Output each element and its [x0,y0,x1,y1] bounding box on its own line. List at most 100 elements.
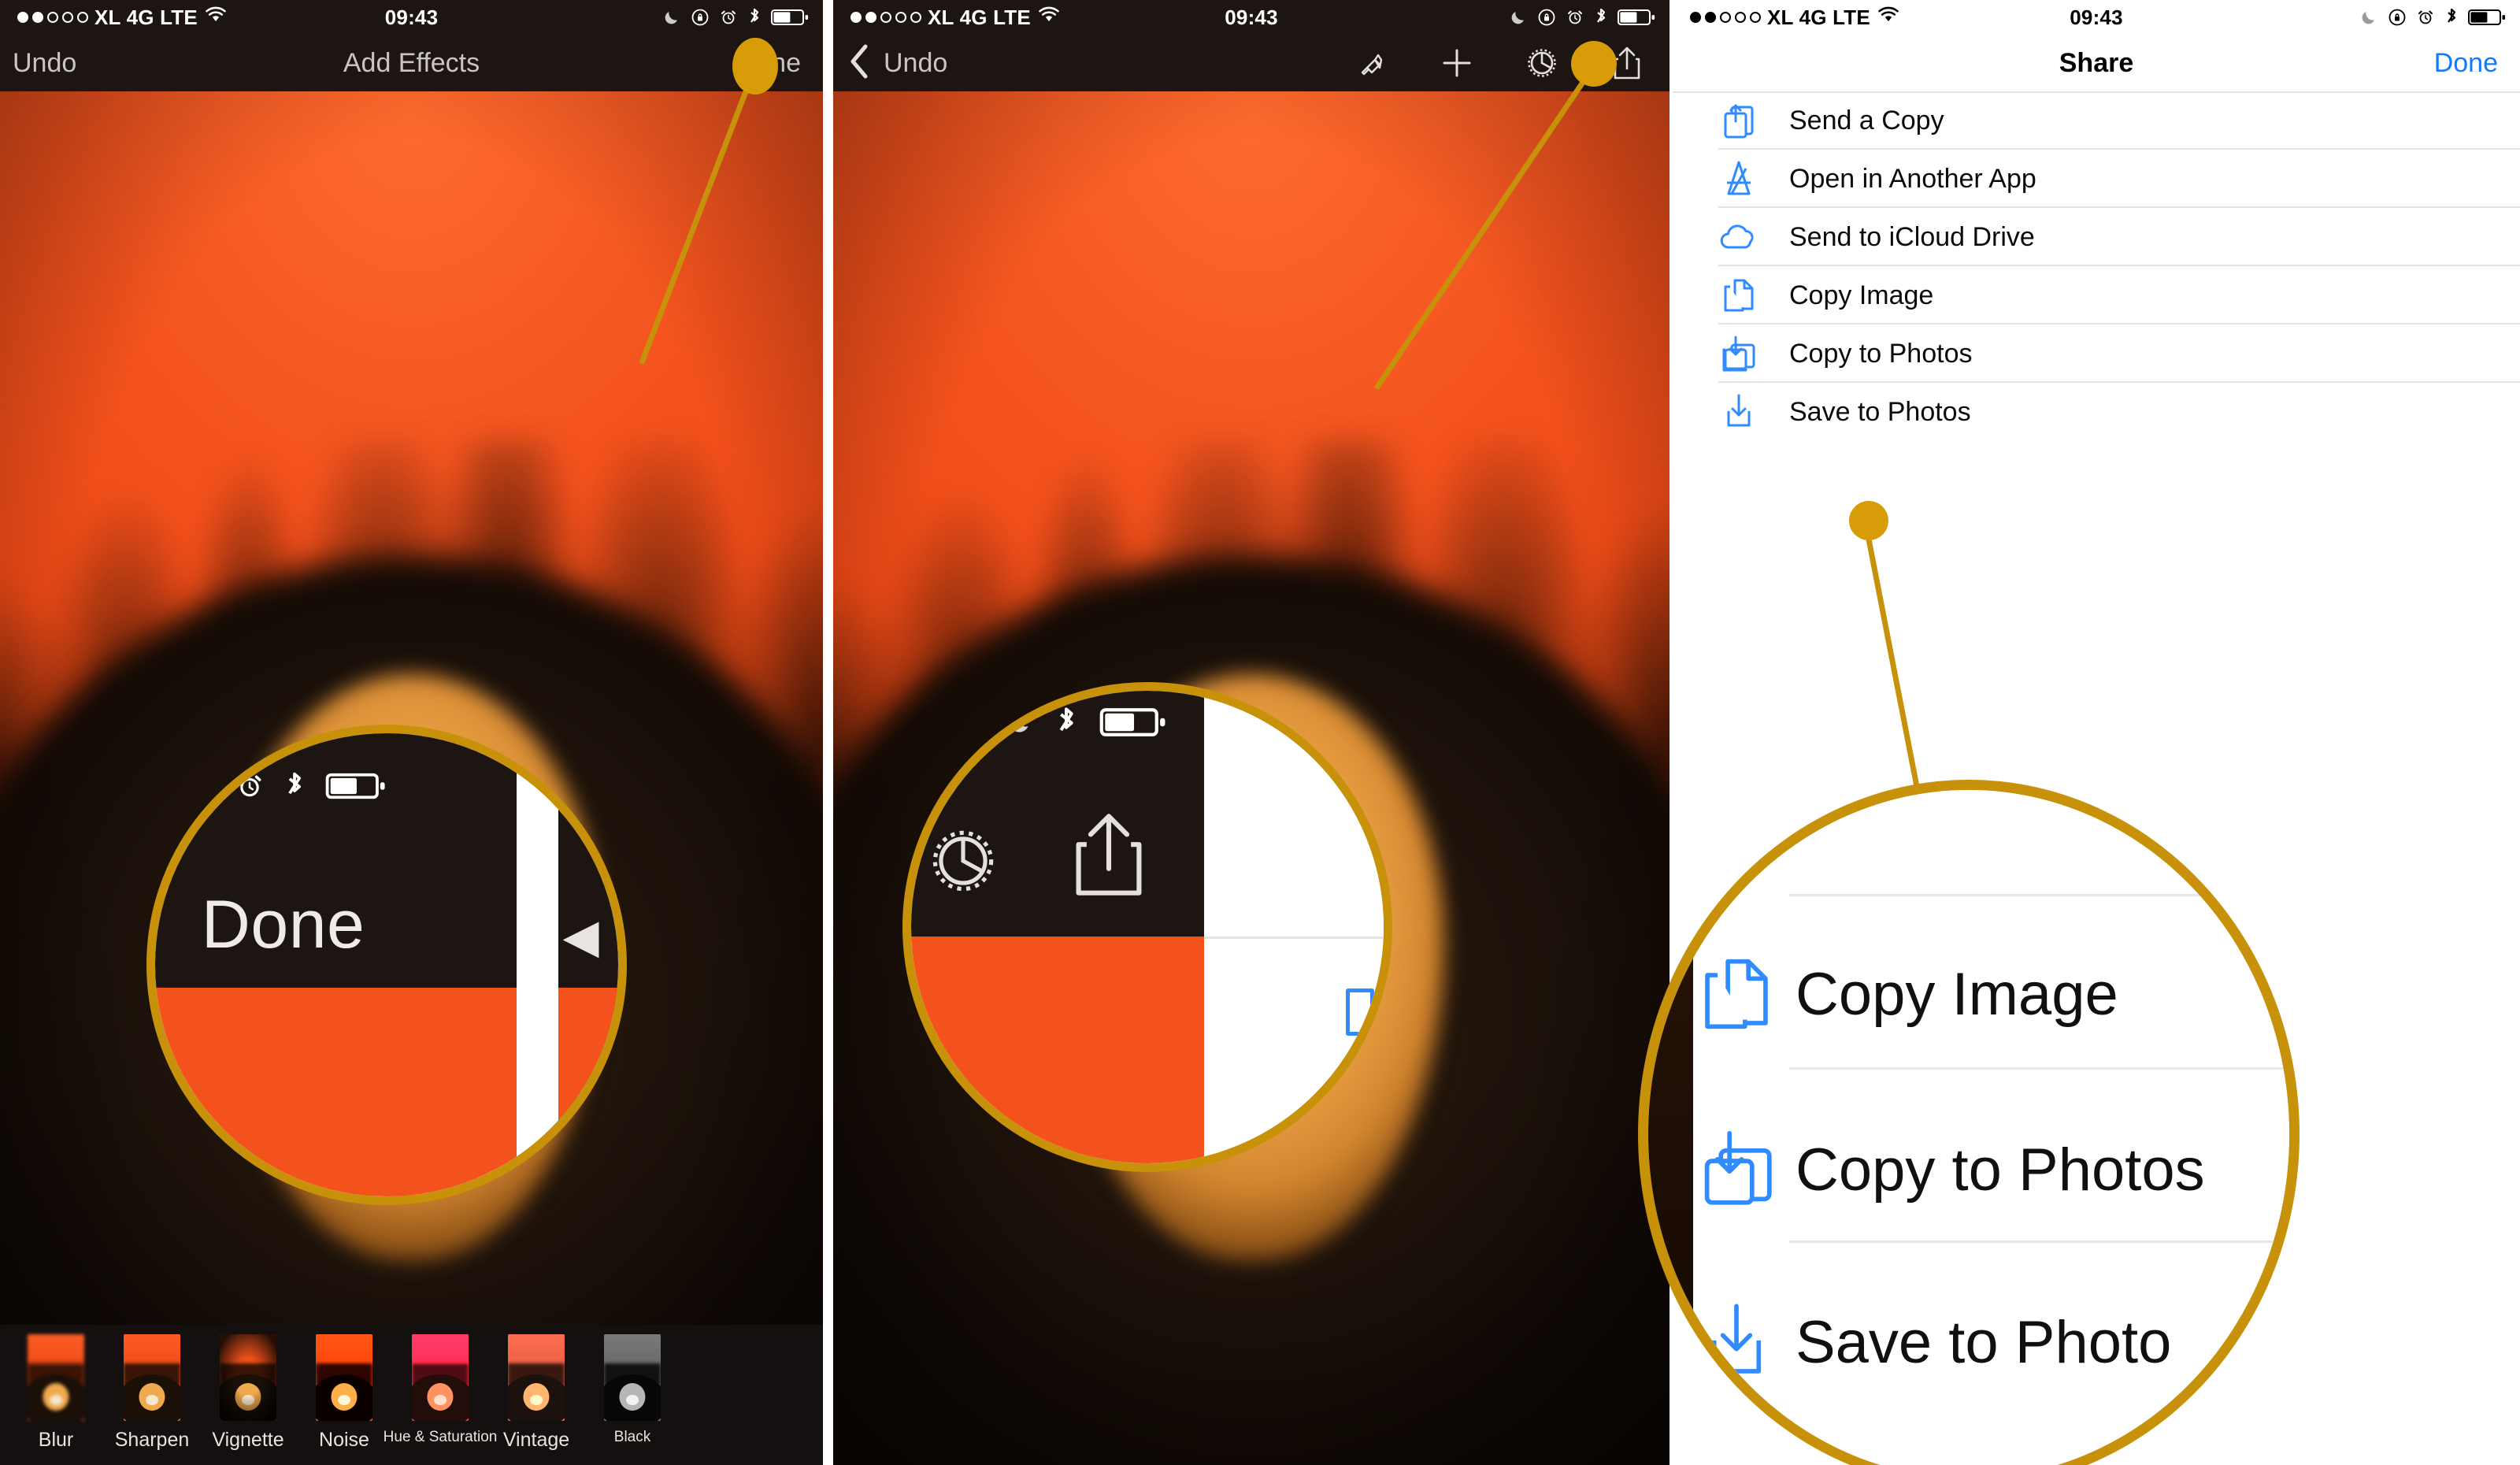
share-item-copy-to-photos[interactable]: Copy to Photos [1673,325,2520,383]
paint-tool-icon[interactable] [1351,43,1392,83]
signal-dot-empty [47,12,58,23]
share-item-label: Copy to Photos [1789,338,1973,369]
page-title: Add Effects [343,47,480,78]
filter-label: Blur [38,1429,74,1451]
rotation-lock-icon [2388,8,2407,27]
nav-bar-left: Undo [0,48,76,79]
moon-icon [2359,8,2378,27]
page-title: Share [2059,47,2134,78]
magnified-status-icons [187,770,387,806]
signal-dot-empty [880,12,891,23]
nav-bar-share: Share Done [1673,35,2520,91]
share-item-copy-image[interactable]: Copy Image [1673,266,2520,325]
status-bar-left: XL 4G LTE [833,6,1061,30]
signal-dot-filled [17,12,28,23]
filter-thumbnail [28,1334,84,1421]
done-button[interactable]: Done [2434,48,2498,79]
status-bar-left: XL 4G LTE [1673,6,1900,30]
magnified-row-copy-image: Copy Image [1693,948,2289,1040]
share-options-list: Send a Copy Open in Another App Send to … [1673,91,2520,441]
battery-icon [771,8,809,27]
copy-document-icon [1718,273,1759,318]
add-icon[interactable] [1436,43,1477,83]
filter-item[interactable]: Sharpen [104,1334,200,1452]
signal-dot-filled [865,12,876,23]
nav-bar-editor: Undo [833,35,1670,91]
share-item-label: Send to iCloud Drive [1789,221,2035,252]
copy-document-icon [1693,948,1780,1040]
magnifier-panel2 [902,682,1392,1172]
share-item-label: Send a Copy [1789,105,1944,135]
effects-filmstrip[interactable]: Blur Sharpen Vignette Noise Hue & Satura… [0,1325,823,1465]
signal-dot-filled [1705,12,1716,23]
magnified-row-label: Copy Image [1795,960,2118,1028]
share-item-send-to-icloud-drive[interactable]: Send to iCloud Drive [1673,208,2520,266]
filter-item[interactable]: Vintage [488,1334,584,1452]
signal-dot-empty [910,12,921,23]
filter-label: Noise [319,1429,369,1451]
signal-dot-empty [1735,12,1746,23]
share-item-send-a-copy[interactable]: Send a Copy [1673,91,2520,150]
magnified-status-icons [1006,705,1168,744]
rotation-lock-icon [1537,8,1556,27]
download-stack-icon [1693,1121,1780,1218]
screenshot-stage: XL 4G LTE 09:43 Undo Add Effects Blur Sh… [0,0,2520,1465]
share-item-label: Open in Another App [1789,163,2036,194]
back-chevron-icon[interactable] [846,42,873,85]
share-item-label: Copy Image [1789,280,1934,310]
status-bar: XL 4G LTE 09:43 [1673,0,2520,35]
clock-label: 09:43 [384,5,439,29]
rotation-lock-icon [691,8,710,27]
filter-thumbnail [220,1334,276,1421]
signal-dot-filled [850,12,862,23]
magnifier-contents [911,691,1384,1163]
nav-bar-left[interactable]: Undo [833,42,947,85]
share-item-open-in-another-app[interactable]: Open in Another App [1673,150,2520,208]
magnified-row-save-to-photos: Save to Photo [1693,1296,2289,1389]
status-bar: XL 4G LTE 09:43 [0,0,823,35]
filter-item[interactable]: Black [584,1334,680,1446]
battery-icon [1618,8,1655,27]
signal-dot-filled [1690,12,1701,23]
filter-label: Black [613,1429,651,1445]
filter-label: Vintage [502,1429,570,1451]
status-bar-right [2359,7,2520,28]
magnified-row-copy-to-photos: Copy to Photos [1693,1121,2289,1218]
icloud-icon [1718,214,1759,260]
nav-bar-right: Done [2434,48,2520,79]
signal-dot-empty [1750,12,1761,23]
signal-dot-empty [62,12,73,23]
carrier-label: XL 4G LTE [94,5,198,29]
magnified-share-icon [1062,804,1155,909]
clock-label: 09:43 [2070,5,2123,29]
list-top-divider [1673,91,2520,93]
status-bar-right [1509,7,1670,28]
filter-item[interactable]: Noise [296,1334,392,1452]
bluetooth-icon [1054,705,1078,744]
undo-button[interactable]: Undo [13,48,76,79]
share-up-stack-icon [1718,98,1759,143]
signal-dot-empty [895,12,906,23]
settings-gear-icon[interactable] [1521,43,1562,83]
alarm-icon [719,8,738,27]
filter-label: Hue & Saturation [383,1429,498,1445]
magnified-row-label: Copy to Photos [1795,1136,2205,1204]
filter-item[interactable]: Hue & Saturation [384,1334,497,1446]
wifi-icon [1877,6,1900,30]
signal-dot-empty [1720,12,1731,23]
filter-label: Sharpen [114,1429,190,1451]
share-item-save-to-photos[interactable]: Save to Photos [1673,383,2520,441]
wifi-icon [1037,6,1061,30]
carrier-label: XL 4G LTE [1767,5,1870,29]
alarm-icon [2416,8,2435,27]
open-in-app-icon [1718,156,1759,202]
carrier-label: XL 4G LTE [928,5,1031,29]
download-icon [1718,389,1759,435]
download-stack-icon [1718,331,1759,376]
filter-thumbnail [124,1334,180,1421]
alarm-icon [1566,8,1584,27]
signal-dot-filled [32,12,43,23]
undo-button[interactable]: Undo [884,48,947,79]
filter-item[interactable]: Blur [8,1334,104,1452]
filter-item[interactable]: Vignette [200,1334,296,1452]
